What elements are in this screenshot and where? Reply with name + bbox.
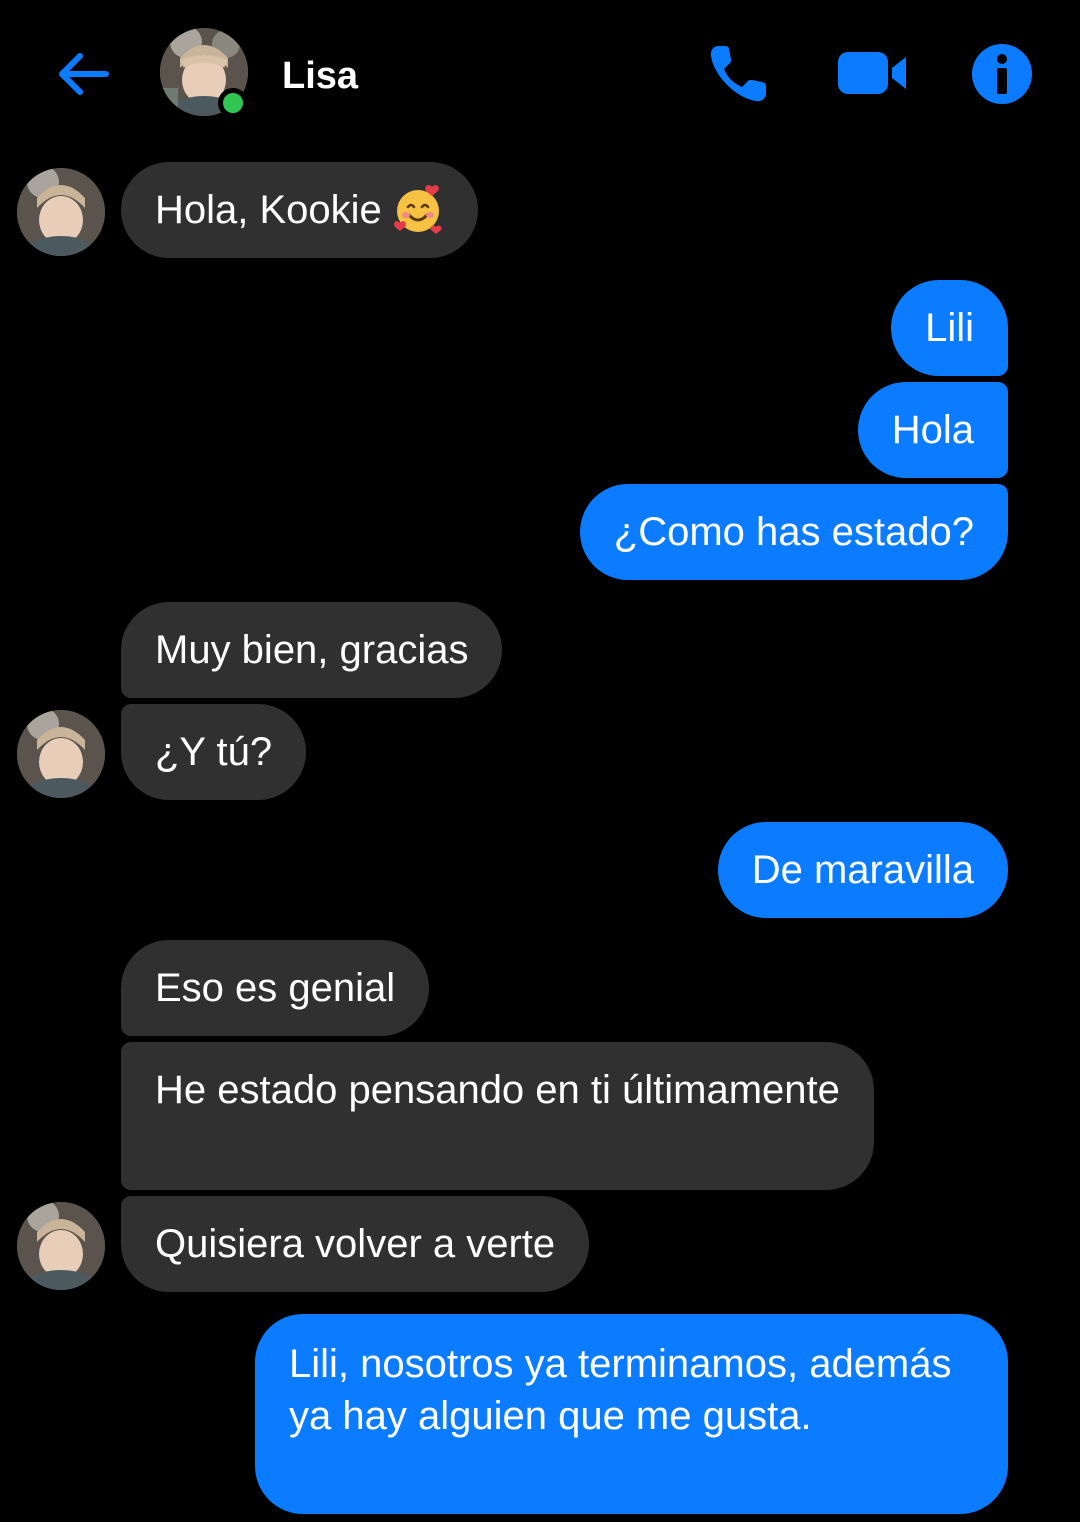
chat-screen: Lisa Hola, Kookie Lili Hola ¿Como has es… [0,0,1080,1522]
message-bubble-outgoing[interactable]: Lili [891,280,1008,376]
message-bubble-outgoing[interactable]: Hola [857,382,1008,478]
phone-icon [710,46,766,102]
avatar-image [17,710,105,798]
info-button[interactable] [970,42,1034,106]
info-icon [972,44,1032,104]
message-text: Quisiera volver a verte [155,1222,556,1266]
message-bubble-incoming[interactable]: He estado pensando en ti últimamente [121,1042,874,1190]
message-bubble-outgoing[interactable]: Lili, nosotros ya terminamos, además ya … [255,1314,1008,1514]
sender-avatar[interactable] [17,710,105,798]
video-camera-icon [838,52,906,94]
message-text: ¿Y tú? [155,730,273,774]
message-bubble-incoming[interactable]: Quisiera volver a verte [121,1196,590,1292]
message-bubble-incoming[interactable]: ¿Y tú? [121,704,307,800]
message-bubble-incoming[interactable]: Hola, Kookie [121,162,478,258]
message-bubble-incoming[interactable]: Muy bien, gracias [121,602,503,698]
message-text: Hola, Kookie [155,188,382,232]
avatar-image [17,168,105,256]
contact-name[interactable]: Lisa [282,56,358,96]
sender-avatar[interactable] [17,1202,105,1290]
message-text: Muy bien, gracias [155,628,469,672]
call-button[interactable] [706,40,772,106]
message-text: Eso es genial [155,966,396,1010]
message-text: De maravilla [751,848,974,892]
avatar-image [17,1202,105,1290]
message-bubble-outgoing[interactable]: ¿Como has estado? [579,484,1008,580]
message-text: ¿Como has estado? [613,510,974,554]
sender-avatar[interactable] [17,168,105,256]
video-call-button[interactable] [836,40,910,106]
message-text: Hola [891,408,974,452]
message-text: He estado pensando en ti últimamente [155,1068,840,1112]
message-bubble-outgoing[interactable]: De maravilla [717,822,1008,918]
back-button[interactable] [52,44,112,104]
message-text: Lili, nosotros ya terminamos, además ya … [289,1342,952,1438]
arrow-left-icon [59,53,109,95]
message-text: Lili [925,306,974,350]
message-bubble-incoming[interactable]: Eso es genial [121,940,430,1036]
chat-header: Lisa [0,0,1080,150]
online-status-indicator [218,88,248,118]
smiling-face-with-hearts-icon [392,183,444,235]
